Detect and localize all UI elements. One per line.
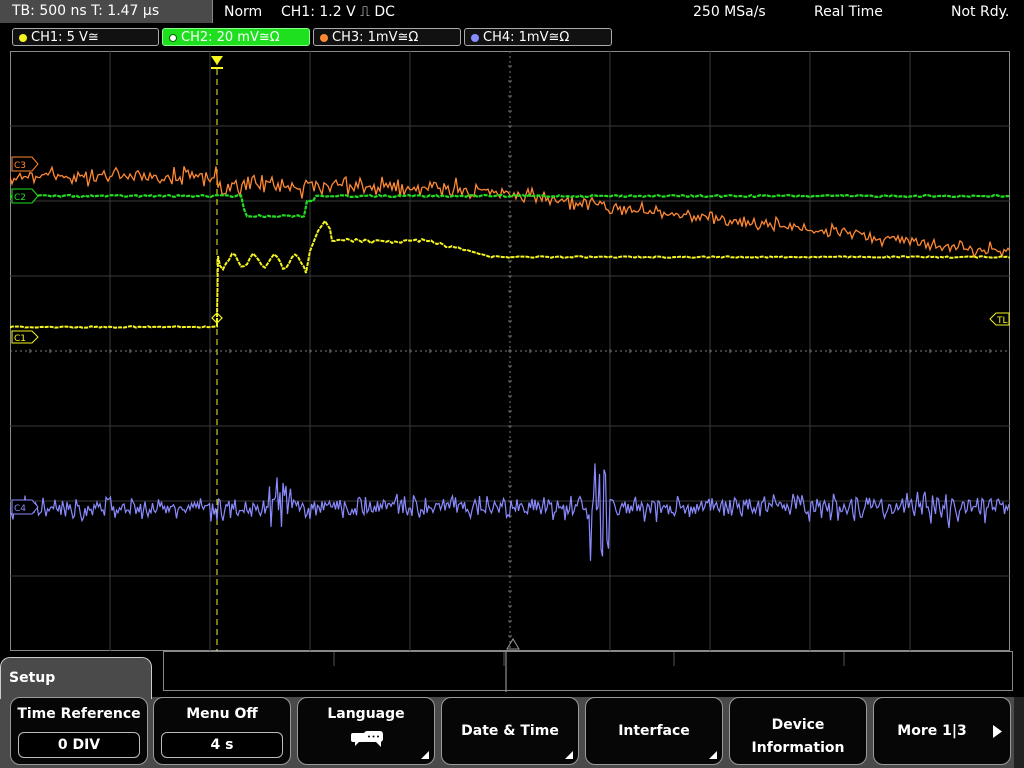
language-label: Language (327, 706, 405, 722)
menu-title-tab: Setup (0, 657, 152, 699)
ch3-marker-label: C3 (14, 161, 26, 171)
device-information-label-line2: Information (751, 740, 845, 756)
ch4-marker-label: C4 (14, 504, 26, 514)
menu-off-label: Menu Off (186, 706, 258, 722)
ch1-color-dot-icon (19, 34, 27, 42)
date-time-submenu-corner-icon (565, 751, 573, 759)
ch4-reference-marker[interactable]: C4 (11, 499, 39, 515)
more-softkey[interactable]: More 1|3 (873, 697, 1011, 765)
trigger-mode[interactable]: Norm (224, 0, 262, 24)
channel-tab-ch1-label: CH1: 5 V≅ (31, 30, 99, 45)
menu-off-softkey[interactable]: Menu Off 4 s (153, 697, 291, 765)
menu-scroll-edge (1014, 697, 1024, 768)
ch1-marker-label: C1 (14, 334, 26, 344)
trigger-info[interactable]: CH1: 1.2 V ⎍ DC (281, 0, 395, 24)
channel-tab-ch2[interactable]: CH2: 20 mV≅Ω (162, 28, 310, 46)
interface-submenu-corner-icon (709, 751, 717, 759)
zoom-strip (163, 651, 1013, 692)
channel-tab-ch2-label: CH2: 20 mV≅Ω (181, 30, 280, 45)
zoom-strip-ticks (333, 652, 845, 692)
next-page-arrow-icon (993, 725, 1002, 738)
language-submenu-corner-icon (421, 751, 429, 759)
channel-tab-ch4[interactable]: CH4: 1mV≅Ω (464, 28, 612, 46)
waveform-display[interactable]: C3 C2 C1 C4 TL (10, 51, 1010, 651)
timebase-readout[interactable]: TB: 500 ns T: 1.47 µs (0, 0, 213, 23)
speech-bubbles-icon (351, 731, 383, 747)
ch3-reference-marker[interactable]: C3 (11, 156, 39, 172)
trigger-level-label: TL (996, 316, 1008, 326)
sample-rate: 250 MSa/s (693, 4, 766, 20)
channel-tab-ch3[interactable]: CH3: 1mV≅Ω (313, 28, 461, 46)
channel-tab-ch4-label: CH4: 1mV≅Ω (483, 30, 570, 45)
channel-tab-ch1[interactable]: CH1: 5 V≅ (12, 28, 159, 46)
interface-label: Interface (618, 723, 690, 739)
date-time-label: Date & Time (461, 723, 559, 739)
ch2-marker-label: C2 (14, 193, 26, 203)
language-softkey[interactable]: Language (297, 697, 435, 765)
ch2-color-dot-icon (169, 34, 177, 42)
ch2-reference-marker[interactable]: C2 (11, 188, 39, 204)
interface-softkey[interactable]: Interface (585, 697, 723, 765)
ch3-color-dot-icon (320, 34, 328, 42)
time-reference-value: 0 DIV (18, 732, 140, 758)
device-information-softkey[interactable]: Device Information (729, 697, 867, 765)
time-reference-label: Time Reference (17, 706, 141, 722)
acquisition-state: Not Rdy. (951, 4, 1010, 20)
acquisition-mode[interactable]: Real Time (814, 0, 883, 24)
menu-off-value: 4 s (161, 732, 283, 758)
ch4-color-dot-icon (471, 34, 479, 42)
more-label: More 1|3 (897, 723, 967, 739)
device-information-label-line1: Device (771, 717, 825, 733)
time-reference-softkey[interactable]: Time Reference 0 DIV (10, 697, 148, 765)
date-time-softkey[interactable]: Date & Time (441, 697, 579, 765)
channel-tab-ch3-label: CH3: 1mV≅Ω (332, 30, 419, 45)
